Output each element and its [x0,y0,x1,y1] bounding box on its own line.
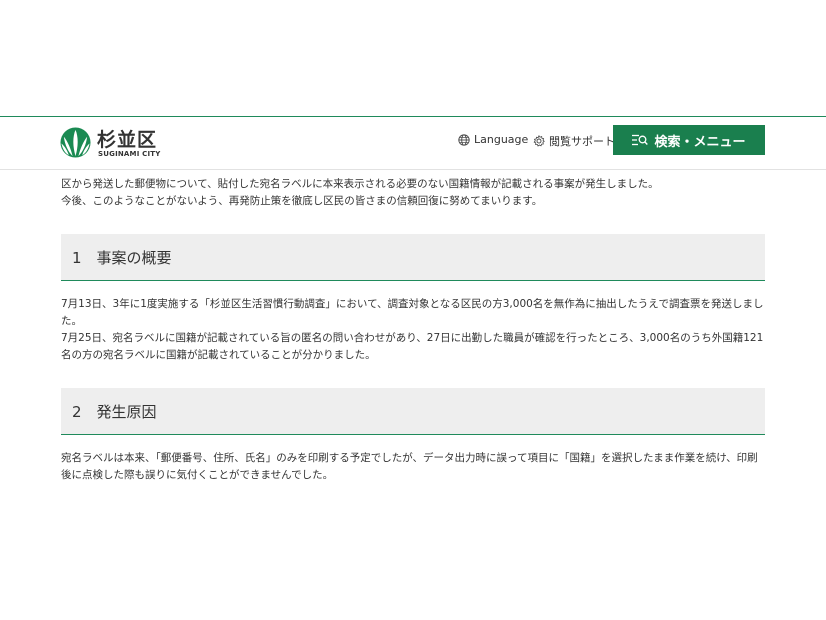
menu-search-icon [632,134,649,146]
intro-line-2: 今後、このようなことがないよう、再発防止策を徹底し区民の皆さまの信頼回復に努めて… [61,195,543,207]
intro-line-1: 区から発送した郵便物について、貼付した宛名ラベルに本来表示される必要のない国籍情… [61,178,659,190]
section-title: 1 事案の概要 [72,249,172,267]
section-body-cause: 宛名ラベルは本来、「郵便番号、住所、氏名」のみを印刷する予定でしたが、データ出力… [61,450,767,484]
search-menu-button[interactable]: 検索・メニュー [613,125,765,155]
reading-support-label: 閲覧サポート [549,135,615,148]
section-heading-overview: 1 事案の概要 [61,234,765,281]
globe-icon [458,133,470,146]
suginami-logo-icon [60,127,91,158]
language-link[interactable]: Language [458,133,528,146]
site-logo[interactable]: 杉並区 SUGINAMI CITY [60,126,170,162]
paragraph: 7月25日、宛名ラベルに国籍が記載されている旨の匿名の問い合わせがあり、27日に… [61,332,764,361]
gear-icon [533,135,545,147]
logo-subtitle: SUGINAMI CITY [98,150,161,158]
reading-support-link[interactable]: 閲覧サポート [533,133,615,149]
section-heading-cause: 2 発生原因 [61,388,765,435]
language-label: Language [474,133,529,146]
section-body-overview: 7月13日、3年に1度実施する「杉並区生活習慣行動調査」において、調査対象となる… [61,296,767,364]
logo-name: 杉並区 [97,129,158,151]
paragraph: 7月13日、3年に1度実施する「杉並区生活習慣行動調査」において、調査対象となる… [61,298,764,327]
site-header: 杉並区 SUGINAMI CITY Language 閲覧サポート 検索・メニュ… [0,116,826,170]
intro-text: 区から発送した郵便物について、貼付した宛名ラベルに本来表示される必要のない国籍情… [61,176,767,210]
search-menu-label: 検索・メニュー [654,134,746,150]
section-title: 2 発生原因 [72,403,157,421]
paragraph: 宛名ラベルは本来、「郵便番号、住所、氏名」のみを印刷する予定でしたが、データ出力… [61,452,758,481]
